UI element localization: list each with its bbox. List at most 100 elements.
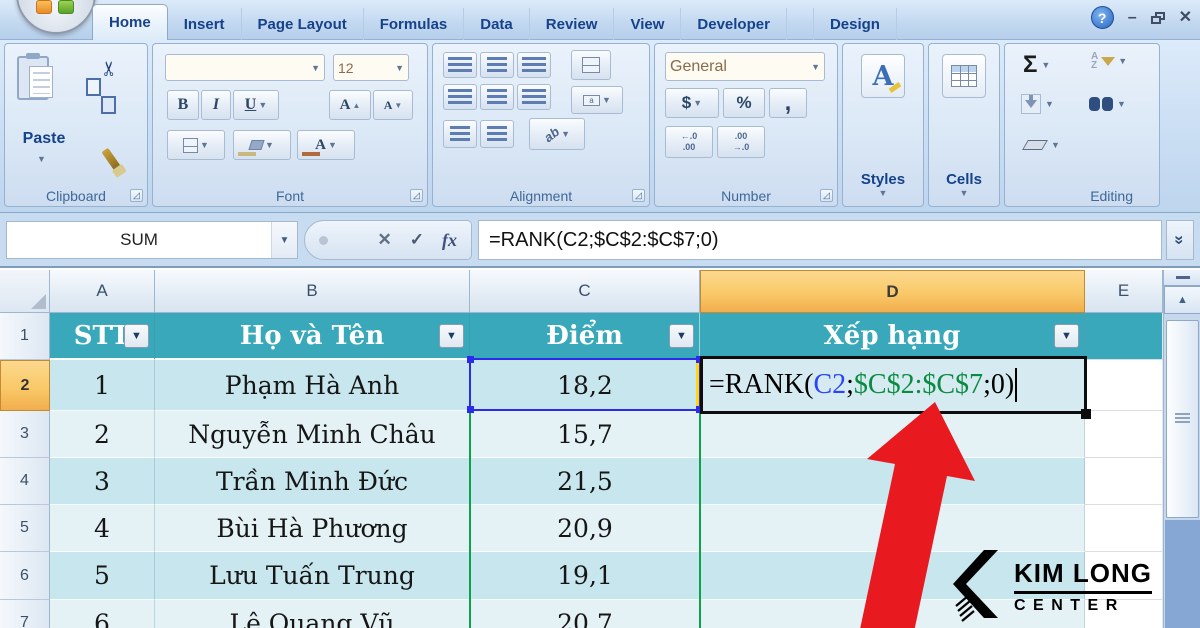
- tab-review[interactable]: Review: [530, 8, 615, 40]
- cell-A5[interactable]: 4: [50, 505, 155, 552]
- row-header-4[interactable]: 4: [0, 458, 50, 505]
- font-color-button[interactable]: A▼: [297, 130, 355, 160]
- row-header-1[interactable]: 1: [0, 313, 50, 360]
- formula-input[interactable]: =RANK(C2;$C$2:$C$7;0): [478, 220, 1162, 260]
- decrease-indent-button[interactable]: [443, 120, 477, 148]
- filter-dropdown-score[interactable]: ▼: [669, 324, 694, 348]
- cell-B2[interactable]: Phạm Hà Anh: [155, 360, 470, 411]
- column-header-C[interactable]: C: [470, 270, 700, 313]
- cell-A6[interactable]: 5: [50, 552, 155, 600]
- percent-button[interactable]: %: [723, 88, 765, 118]
- grow-font-button[interactable]: A▲: [329, 90, 371, 120]
- cell-B6[interactable]: Lưu Tuấn Trung: [155, 552, 470, 600]
- styles-button[interactable]: A Styles ▼: [849, 50, 917, 200]
- cut-button[interactable]: ✂: [97, 60, 122, 77]
- tab-page-layout[interactable]: Page Layout: [242, 8, 364, 40]
- cell-E1[interactable]: [1085, 313, 1163, 360]
- format-painter-button[interactable]: [107, 148, 115, 170]
- name-box-dropdown[interactable]: ▼: [271, 222, 297, 258]
- office-button[interactable]: [16, 0, 96, 34]
- clipboard-dialog-launcher[interactable]: ◿: [130, 189, 143, 202]
- filter-dropdown-stt[interactable]: ▼: [124, 324, 149, 348]
- find-select-button[interactable]: ▼: [1089, 96, 1126, 112]
- cell-A3[interactable]: 2: [50, 411, 155, 458]
- row-header-3[interactable]: 3: [0, 411, 50, 458]
- column-header-D[interactable]: D: [700, 270, 1085, 313]
- orientation-button[interactable]: [571, 50, 611, 80]
- tab-developer[interactable]: Developer: [681, 8, 787, 40]
- paste-label[interactable]: Paste: [11, 130, 77, 148]
- scrollbar-split-handle[interactable]: [1164, 270, 1200, 286]
- cell-B4[interactable]: Trần Minh Đức: [155, 458, 470, 505]
- cell-C6[interactable]: 19,1: [470, 552, 700, 600]
- font-dialog-launcher[interactable]: ◿: [410, 189, 423, 202]
- fill-handle[interactable]: [1081, 409, 1091, 419]
- cell-E3[interactable]: [1085, 411, 1163, 458]
- underline-button[interactable]: U▼: [233, 90, 279, 120]
- scroll-up-button[interactable]: ▲: [1164, 286, 1200, 314]
- cell-D1[interactable]: Xếp hạng ▼: [700, 313, 1085, 360]
- filter-dropdown-name[interactable]: ▼: [439, 324, 464, 348]
- cancel-button[interactable]: ✕: [378, 230, 392, 250]
- comma-button[interactable]: ,: [769, 88, 807, 118]
- row-header-6[interactable]: 6: [0, 552, 50, 600]
- cell-B1[interactable]: Họ và Tên ▼: [155, 313, 470, 360]
- cell-D3[interactable]: [700, 411, 1085, 458]
- filter-dropdown-rank[interactable]: ▼: [1054, 324, 1079, 348]
- alignment-dialog-launcher[interactable]: ◿: [632, 189, 645, 202]
- cell-B3[interactable]: Nguyễn Minh Châu: [155, 411, 470, 458]
- expand-formula-bar-button[interactable]: »: [1166, 220, 1194, 260]
- shrink-font-button[interactable]: A▼: [373, 90, 413, 120]
- cell-A7[interactable]: 6: [50, 600, 155, 628]
- font-name-combo[interactable]: ▼: [165, 54, 325, 81]
- row-header-2[interactable]: 2: [0, 360, 50, 411]
- cell-D5[interactable]: [700, 505, 1085, 552]
- paste-button[interactable]: [17, 54, 55, 104]
- cell-E5[interactable]: [1085, 505, 1163, 552]
- bold-button[interactable]: B: [167, 90, 199, 120]
- increase-decimal-button[interactable]: ←.0.00: [665, 126, 713, 158]
- column-header-A[interactable]: A: [50, 270, 155, 313]
- align-left-button[interactable]: [443, 84, 477, 110]
- tab-formulas[interactable]: Formulas: [364, 8, 465, 40]
- tab-design[interactable]: Design: [813, 8, 897, 40]
- fill-button[interactable]: ▼: [1021, 94, 1054, 114]
- cell-C4[interactable]: 21,5: [470, 458, 700, 505]
- name-box[interactable]: SUM ▼: [6, 221, 298, 259]
- fill-color-button[interactable]: ▼: [233, 130, 291, 160]
- align-right-button[interactable]: [517, 84, 551, 110]
- cell-C1[interactable]: Điểm ▼: [470, 313, 700, 360]
- cell-E4[interactable]: [1085, 458, 1163, 505]
- tab-view[interactable]: View: [614, 8, 681, 40]
- align-center-button[interactable]: [480, 84, 514, 110]
- row-header-7[interactable]: 7: [0, 600, 50, 628]
- close-button[interactable]: ✕: [1179, 10, 1192, 26]
- wrap-text-button[interactable]: ab▼: [529, 118, 585, 150]
- align-top-button[interactable]: [443, 52, 477, 78]
- enter-button[interactable]: ✓: [410, 230, 424, 250]
- align-bottom-button[interactable]: [517, 52, 551, 78]
- help-button[interactable]: ?: [1091, 6, 1114, 29]
- column-header-B[interactable]: B: [155, 270, 470, 313]
- clear-button[interactable]: ▼: [1025, 140, 1060, 150]
- cell-A4[interactable]: 3: [50, 458, 155, 505]
- italic-button[interactable]: I: [201, 90, 231, 120]
- tab-insert[interactable]: Insert: [168, 8, 242, 40]
- cell-A1[interactable]: STT ▼: [50, 313, 155, 360]
- cell-C7[interactable]: 20,7: [470, 600, 700, 628]
- select-all-button[interactable]: [0, 270, 50, 313]
- number-format-combo[interactable]: General▼: [665, 52, 825, 81]
- cells-button[interactable]: Cells ▼: [935, 50, 993, 200]
- cell-D4[interactable]: [700, 458, 1085, 505]
- autosum-button[interactable]: Σ▼: [1023, 54, 1050, 76]
- borders-button[interactable]: ▼: [167, 130, 225, 160]
- cell-C3[interactable]: 15,7: [470, 411, 700, 458]
- merge-center-button[interactable]: a▼: [571, 86, 623, 114]
- increase-indent-button[interactable]: [480, 120, 514, 148]
- column-header-E[interactable]: E: [1085, 270, 1163, 313]
- insert-function-button[interactable]: fx: [442, 230, 457, 251]
- cell-B5[interactable]: Bùi Hà Phương: [155, 505, 470, 552]
- tab-home[interactable]: Home: [92, 4, 168, 40]
- row-header-5[interactable]: 5: [0, 505, 50, 552]
- number-dialog-launcher[interactable]: ◿: [820, 189, 833, 202]
